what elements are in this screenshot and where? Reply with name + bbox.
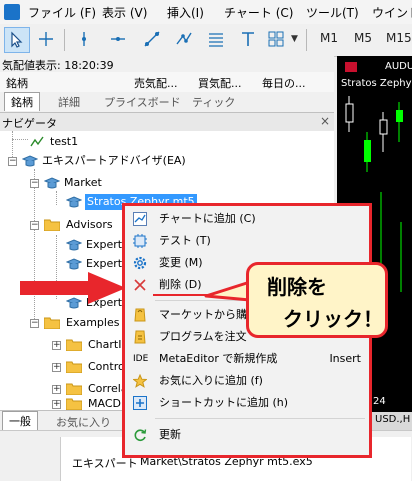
navigator-close-button[interactable]: ×: [320, 114, 330, 128]
folder-icon: [44, 219, 60, 231]
expert-hat-icon: [22, 155, 38, 167]
callout-line-1: 削除を: [267, 275, 327, 299]
chart-tab-label[interactable]: USD.,H: [375, 414, 410, 425]
navigator-title: ナビゲータ: [2, 117, 57, 130]
chart-symbol-icon: [345, 62, 357, 72]
menu-item-add-shortcut[interactable]: ショートカットに追加 (h): [125, 392, 369, 414]
menu-item-add-to-chart[interactable]: チャートに追加 (C): [125, 208, 369, 230]
toolbar: ▼ M1 M5 M15: [0, 24, 412, 57]
chart-subtitle: Stratos Zephyr: [341, 78, 412, 89]
column-symbol[interactable]: 銘柄: [6, 75, 28, 91]
market-watch-columns: 銘柄 売気配... 買気配... 毎日の...: [0, 72, 334, 93]
menu-file[interactable]: ファイル (F): [28, 4, 96, 21]
tab-general[interactable]: 一般: [2, 411, 38, 430]
tab-details[interactable]: 詳細: [58, 94, 80, 110]
vertical-line-icon: [82, 32, 86, 46]
callout-line-2: クリック！: [283, 307, 383, 331]
channel-icon: [176, 32, 192, 45]
menu-insert[interactable]: 挿入(I): [167, 4, 204, 21]
column-ask[interactable]: 買気配...: [198, 75, 242, 91]
chevron-down-icon[interactable]: ▼: [291, 34, 298, 44]
trendline-icon: [144, 31, 160, 47]
crosshair-icon: [39, 32, 53, 46]
expert-hat-icon: [66, 196, 82, 208]
chart-symbol-label: AUDU: [385, 61, 412, 72]
callout-pointer: [204, 280, 251, 302]
delete-x-icon: [134, 279, 146, 291]
horizontal-line-icon: [111, 37, 125, 41]
expand-toggle-macd[interactable]: +: [52, 400, 61, 409]
market-watch-title: 気配値表示: 18:20:39: [2, 59, 114, 72]
horizontal-line-button[interactable]: [106, 27, 132, 53]
menu-window[interactable]: ウインド: [372, 4, 412, 21]
expand-toggle-correlation[interactable]: +: [52, 385, 61, 394]
shapes-button[interactable]: [264, 27, 290, 53]
navigator-tabs: 一般 お気に入り: [0, 410, 124, 431]
text-icon: [242, 32, 254, 46]
star-icon: [133, 374, 147, 388]
column-bid[interactable]: 売気配...: [134, 75, 178, 91]
chart-scale-label: 24: [373, 396, 386, 407]
folder-icon: [66, 398, 82, 410]
trendline-button[interactable]: [140, 27, 166, 53]
timeframe-m5[interactable]: M5: [354, 31, 372, 45]
expand-toggle-chart[interactable]: +: [52, 341, 61, 350]
shortcut-icon: [133, 396, 147, 410]
folder-icon: [66, 361, 82, 373]
tab-favorites[interactable]: お気に入り: [56, 414, 111, 430]
navigator-header: ナビゲータ ×: [0, 113, 334, 132]
menu-chart[interactable]: チャート (C): [224, 4, 293, 21]
cursor-tool-button[interactable]: [4, 27, 30, 53]
refresh-icon: [134, 429, 147, 441]
collapse-toggle-advisors[interactable]: −: [30, 221, 39, 230]
ide-icon: IDE: [133, 354, 149, 364]
crosshair-tool-button[interactable]: [34, 27, 60, 53]
fibonacci-icon: [209, 33, 223, 47]
text-tool-button[interactable]: [236, 27, 262, 53]
order-icon: [134, 330, 146, 344]
gear-icon: [133, 256, 147, 270]
channel-button[interactable]: [172, 27, 198, 53]
test-icon: [133, 234, 147, 248]
timeframe-m1[interactable]: M1: [320, 31, 338, 45]
folder-icon: [66, 383, 82, 395]
collapse-toggle-ea[interactable]: −: [8, 157, 17, 166]
menu-tools[interactable]: ツール(T): [306, 4, 359, 21]
market-watch-tabs: 銘柄 詳細 プライスボード ティック: [0, 92, 334, 113]
folder-icon: [66, 339, 82, 351]
menu-item-refresh[interactable]: 更新: [125, 424, 369, 446]
cursor-icon: [11, 31, 23, 48]
menu-item-test[interactable]: テスト (T): [125, 230, 369, 252]
collapse-toggle-market[interactable]: −: [30, 179, 39, 188]
collapse-toggle-examples[interactable]: −: [30, 319, 39, 328]
folder-icon: [44, 317, 60, 329]
fibonacci-button[interactable]: [204, 27, 230, 53]
shortcut-insert: Insert: [329, 352, 361, 365]
menu-item-metaeditor-new[interactable]: IDE MetaEditor で新規作成 Insert: [125, 348, 369, 370]
expert-hat-icon: [66, 239, 82, 251]
menu-item-add-favorites[interactable]: お気に入りに追加 (f): [125, 370, 369, 392]
tab-price-board[interactable]: プライスボード: [104, 94, 181, 110]
tab-ticks[interactable]: ティック: [192, 94, 235, 110]
shapes-icon: [268, 31, 284, 47]
instruction-callout: 削除を クリック！: [246, 262, 388, 338]
chart-add-icon: [133, 212, 147, 226]
cart-icon: [134, 308, 146, 322]
menu-bar: ファイル (F) 表示 (V) 挿入(I) チャート (C) ツール(T) ウイ…: [0, 0, 412, 25]
market-watch-header: 気配値表示: 18:20:39: [0, 56, 334, 72]
timeframe-m15[interactable]: M15: [386, 31, 412, 45]
column-daily[interactable]: 毎日の...: [262, 75, 306, 91]
menu-view[interactable]: 表示 (V): [102, 4, 147, 21]
script-icon: [30, 136, 44, 147]
expert-hat-icon: [66, 258, 82, 270]
tab-symbols[interactable]: 銘柄: [4, 92, 40, 111]
expand-toggle-control[interactable]: +: [52, 363, 61, 372]
app-icon[interactable]: [4, 4, 20, 20]
vertical-line-button[interactable]: [72, 27, 98, 53]
market-hat-icon: [44, 177, 60, 189]
pointer-arrow-icon: [20, 272, 126, 304]
